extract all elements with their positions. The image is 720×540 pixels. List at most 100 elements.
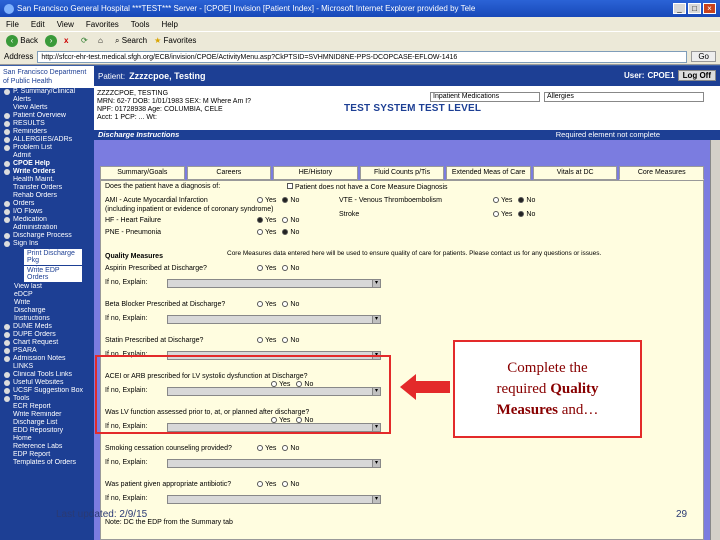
sidebar-item[interactable]: View Alerts <box>0 104 94 112</box>
sidebar-item[interactable]: Problem List <box>0 144 94 152</box>
sidebar-subitem[interactable]: eDCP <box>0 291 94 299</box>
go-button[interactable]: Go <box>691 51 716 62</box>
sidebar-item[interactable]: Chart Request <box>0 339 94 347</box>
sidebar-item[interactable]: Administration <box>0 224 94 232</box>
radio-selected-icon <box>282 229 289 236</box>
menu-edit[interactable]: Edit <box>31 20 45 29</box>
url-input[interactable]: http://sfccr-ehr-test.medical.sfgh.org/E… <box>37 50 688 63</box>
tab-extended[interactable]: Extended Meas of Care <box>446 166 531 180</box>
menu-file[interactable]: File <box>6 20 19 29</box>
sidebar-item[interactable]: Orders <box>0 200 94 208</box>
explain-dropdown[interactable]: ▾ <box>167 279 381 288</box>
sidebar-item[interactable]: Transfer Orders <box>0 184 94 192</box>
tab-careers[interactable]: Careers <box>186 166 272 180</box>
close-button[interactable]: × <box>703 3 716 14</box>
exclude-checkbox[interactable]: Patient does not have a Core Measure Dia… <box>287 183 448 191</box>
sidebar-item[interactable]: Health Maint. <box>0 176 94 184</box>
explain-dropdown[interactable]: ▾ <box>167 459 381 468</box>
sidebar-item[interactable]: Discharge Process <box>0 232 94 240</box>
tab-vitals[interactable]: Vitals at DC <box>532 166 618 180</box>
address-label: Address <box>4 52 34 61</box>
refresh-button[interactable]: ⟳ <box>79 34 93 48</box>
sidebar-item[interactable]: Alerts <box>0 96 94 104</box>
sidebar-subitem-selected[interactable]: Print Discharge Pkg <box>24 249 82 265</box>
menu-favorites[interactable]: Favorites <box>86 20 119 29</box>
sidebar-item[interactable]: UCSF Suggestion Box <box>0 387 94 395</box>
sidebar-item[interactable]: Useful Websites <box>0 379 94 387</box>
tab-summary[interactable]: Summary/Goals <box>100 166 185 180</box>
sidebar-subitem[interactable]: View last <box>0 283 94 291</box>
sidebar-item[interactable]: RESULTS <box>0 120 94 128</box>
sidebar-item[interactable]: Write Reminder <box>0 411 94 419</box>
sidebar-item[interactable]: Medication <box>0 216 94 224</box>
tab-core-measures[interactable]: Core Measures <box>619 166 705 180</box>
sidebar-item[interactable]: EDD Repository <box>0 427 94 435</box>
info-line-2: MRN: 62-7 DOB: 1/01/1983 SEX: M Where Am… <box>97 98 252 105</box>
search-button[interactable]: ⌕ Search <box>113 34 149 48</box>
tab-history[interactable]: HE/History <box>273 166 358 180</box>
menu-help[interactable]: Help <box>161 20 177 29</box>
favorites-button[interactable]: ★ Favorites <box>152 34 198 48</box>
sidebar-item[interactable]: Reference Labs <box>0 443 94 451</box>
sidebar-item[interactable]: Rehab Orders <box>0 192 94 200</box>
main-area: Patient: Zzzzcpoe, Testing User: CPOE1 L… <box>94 66 720 540</box>
quality-question: Beta Blocker Prescribed at Discharge? <box>105 301 226 308</box>
tab-fluid[interactable]: Fluid Counts p/Tis <box>359 166 445 180</box>
question-radio-group[interactable]: Yes No <box>251 265 299 272</box>
sidebar-item[interactable]: Reminders <box>0 128 94 136</box>
ami-radio-group[interactable]: Yes No <box>251 197 299 204</box>
sidebar-item[interactable]: DUPE Orders <box>0 331 94 339</box>
discharge-title: Discharge Instructions <box>98 130 180 139</box>
stop-button[interactable]: x <box>62 34 76 48</box>
sidebar-item[interactable]: Clinical Tools Links <box>0 371 94 379</box>
question-radio-group[interactable]: Yes No <box>251 301 299 308</box>
sidebar-item[interactable]: CPOE Help <box>0 160 94 168</box>
minimize-button[interactable]: _ <box>673 3 686 14</box>
allergies-select[interactable]: Allergies <box>544 92 704 102</box>
sidebar-subitem[interactable]: Discharge <box>0 307 94 315</box>
sidebar-item[interactable]: PSARA <box>0 347 94 355</box>
sidebar-item[interactable]: P. Summary/Clinical <box>0 88 94 96</box>
vertical-scrollbar[interactable] <box>710 140 720 540</box>
question-radio-group[interactable]: Yes No <box>251 337 299 344</box>
chevron-down-icon: ▾ <box>372 496 380 503</box>
sidebar-item[interactable]: I/O Flows <box>0 208 94 216</box>
sidebar-item[interactable]: Admit <box>0 152 94 160</box>
sidebar-item[interactable]: Sign Ins <box>0 240 94 248</box>
sidebar-item[interactable]: DUNE Meds <box>0 323 94 331</box>
sidebar-item[interactable]: LINKS <box>0 363 94 371</box>
menu-tools[interactable]: Tools <box>131 20 150 29</box>
sidebar-item[interactable]: Tools <box>0 395 94 403</box>
sidebar-item[interactable]: Home <box>0 435 94 443</box>
vte-radio-group[interactable]: Yes No <box>487 197 535 204</box>
sidebar-subitem-selected[interactable]: Write EDP Orders <box>24 266 82 282</box>
question-radio-group[interactable]: Yes No <box>251 481 299 488</box>
sidebar-item[interactable]: Patient Overview <box>0 112 94 120</box>
maximize-button[interactable]: □ <box>688 3 701 14</box>
radio-icon <box>493 197 499 204</box>
home-button[interactable]: ⌂ <box>96 34 110 48</box>
explain-dropdown[interactable]: ▾ <box>167 315 381 324</box>
hf-radio-group[interactable]: Yes No <box>251 217 299 224</box>
stroke-radio-group[interactable]: Yes No <box>487 211 535 218</box>
bullet-icon <box>4 217 10 223</box>
sidebar-item[interactable]: ECR Report <box>0 403 94 411</box>
sidebar-item[interactable]: Templates of Orders <box>0 459 94 467</box>
radio-icon <box>257 301 263 308</box>
sidebar-item[interactable]: EDP Report <box>0 451 94 459</box>
sidebar-subitem[interactable]: Instructions <box>0 315 94 323</box>
pn-radio-group[interactable]: Yes No <box>251 229 299 236</box>
explain-dropdown[interactable]: ▾ <box>167 495 381 504</box>
inpatient-meds-select[interactable]: Inpatient Medications <box>430 92 540 102</box>
sidebar-item-label: View Alerts <box>13 104 48 111</box>
back-button[interactable]: ‹ Back <box>4 34 40 48</box>
log-off-button[interactable]: Log Off <box>677 70 716 81</box>
forward-button[interactable]: › <box>43 34 59 48</box>
sidebar-subitem[interactable]: Write <box>0 299 94 307</box>
sidebar-item[interactable]: ALLERGIES/ADRs <box>0 136 94 144</box>
sidebar-item[interactable]: Discharge List <box>0 419 94 427</box>
sidebar-item[interactable]: Admission Notes <box>0 355 94 363</box>
sidebar-item[interactable]: Write Orders <box>0 168 94 176</box>
question-radio-group[interactable]: Yes No <box>251 445 299 452</box>
menu-view[interactable]: View <box>57 20 74 29</box>
